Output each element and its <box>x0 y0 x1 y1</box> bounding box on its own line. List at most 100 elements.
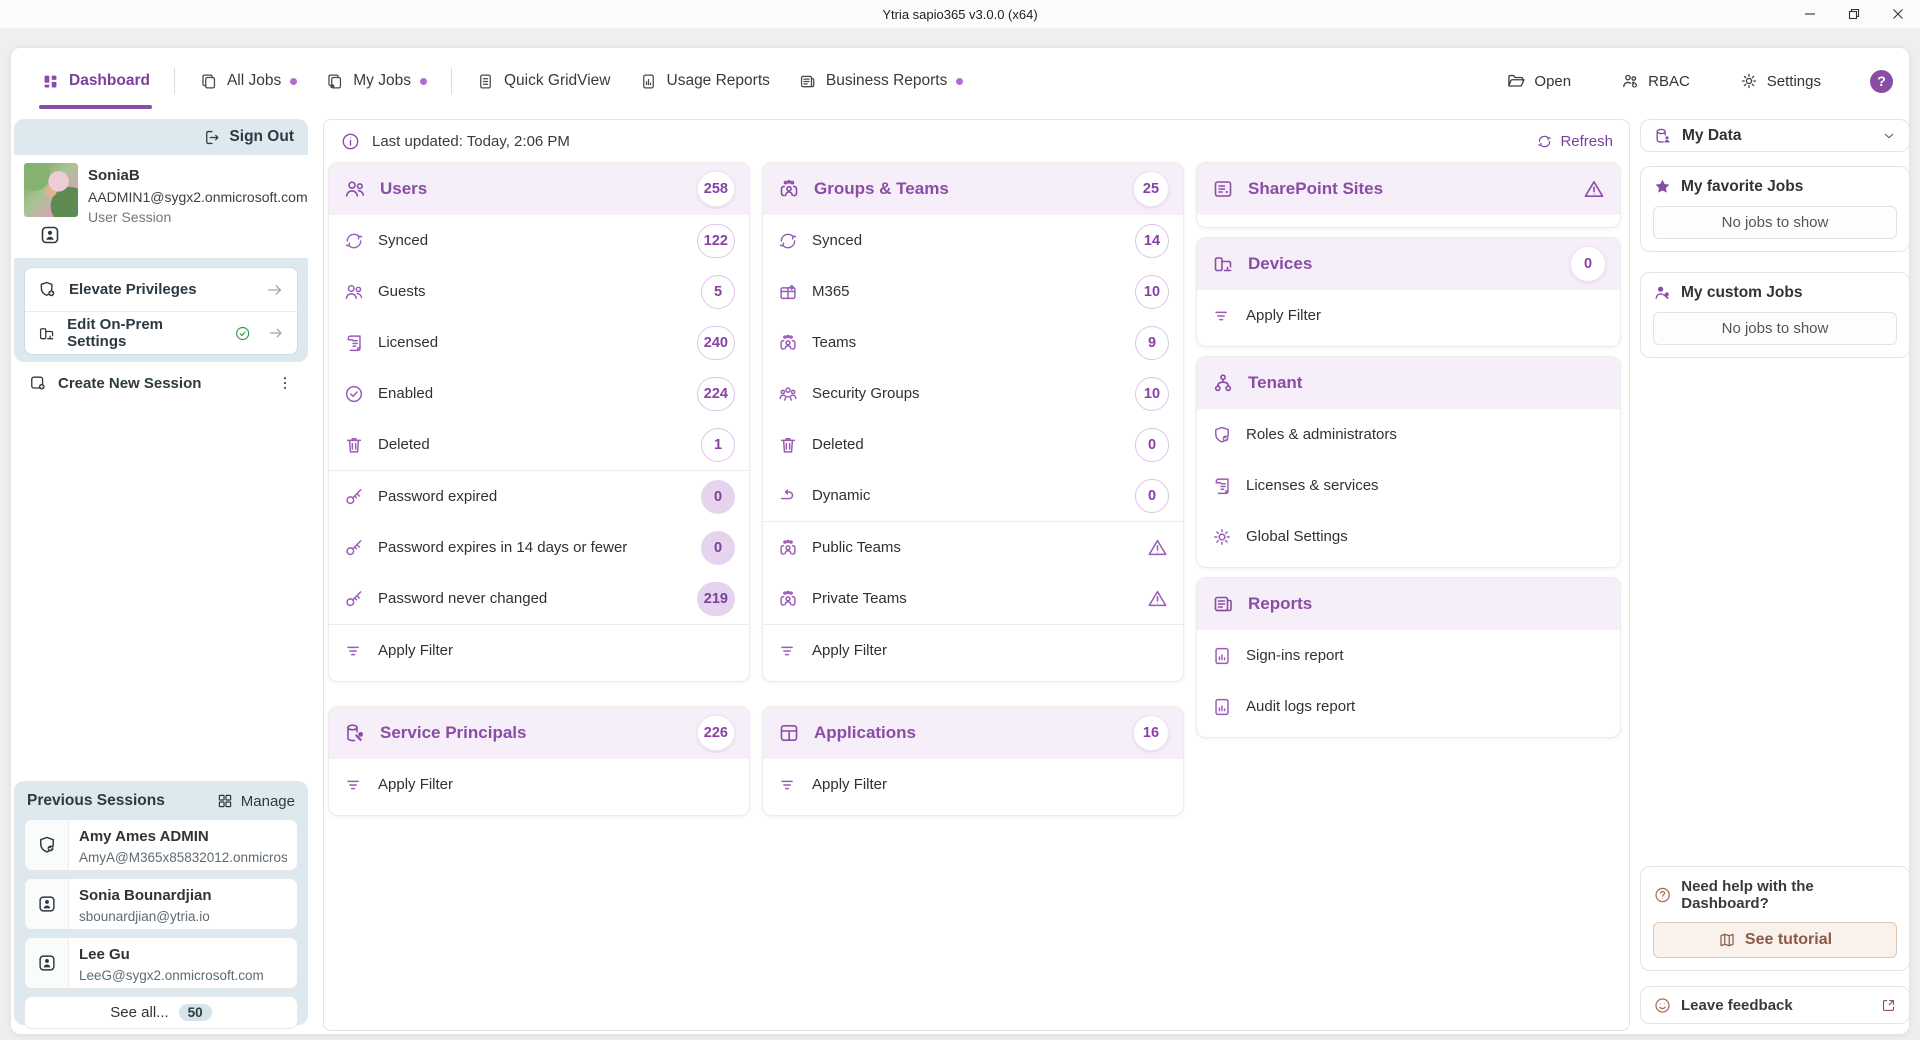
card-service-principals: Service Principals226Apply Filter <box>328 706 750 816</box>
card-header-groups-teams[interactable]: Groups & Teams25 <box>763 163 1183 215</box>
session-item-sonia-bounardjian[interactable]: Sonia Bounardjiansbounardjian@ytria.io <box>24 878 298 930</box>
open-window-icon[interactable] <box>1880 997 1897 1014</box>
row-label: Synced <box>812 232 862 249</box>
count-badge: 258 <box>697 171 735 207</box>
row-apply-filter[interactable]: Apply Filter <box>329 759 749 810</box>
row-apply-filter[interactable]: Apply Filter <box>329 625 749 676</box>
device-icon <box>1211 252 1235 276</box>
map-icon <box>1718 931 1736 949</box>
person-badge-icon <box>38 223 62 247</box>
help-card: Need help with the Dashboard? See tutori… <box>1640 866 1910 971</box>
folder-open-icon <box>1506 71 1526 91</box>
filter-icon <box>343 640 365 662</box>
create-new-session-button[interactable]: Create New Session <box>14 365 308 401</box>
warning-icon <box>1582 177 1606 201</box>
row-password-never-changed[interactable]: Password never changed219 <box>329 573 749 624</box>
row-licenses-services[interactable]: Licenses & services <box>1197 460 1620 511</box>
jobs-icon <box>199 72 218 91</box>
row-audit-logs-report[interactable]: Audit logs report <box>1197 681 1620 732</box>
leave-feedback-button[interactable]: Leave feedback <box>1640 986 1910 1024</box>
row-apply-filter[interactable]: Apply Filter <box>763 625 1183 676</box>
row-private-teams[interactable]: Private Teams <box>763 573 1183 624</box>
row-dynamic[interactable]: Dynamic0 <box>763 470 1183 521</box>
row-label: Roles & administrators <box>1246 426 1397 443</box>
card-header-sharepoint-sites[interactable]: SharePoint Sites <box>1197 163 1620 215</box>
tab-all-jobs[interactable]: All Jobs <box>185 48 311 114</box>
license-icon <box>1211 475 1233 497</box>
row-sign-ins-report[interactable]: Sign-ins report <box>1197 630 1620 681</box>
card-title: Service Principals <box>380 723 526 743</box>
row-teams[interactable]: Teams9 <box>763 317 1183 368</box>
row-label: Sign-ins report <box>1246 647 1344 664</box>
card-header-tenant[interactable]: Tenant <box>1197 357 1620 409</box>
edit-on-prem-settings-button[interactable]: Edit On-Prem Settings <box>25 311 297 354</box>
menu-label: Open <box>1534 73 1571 90</box>
tab-separator <box>451 68 452 94</box>
filter-icon <box>1211 305 1233 327</box>
row-password-expires-in-14-days-or-fewer[interactable]: Password expires in 14 days or fewer0 <box>329 522 749 573</box>
session-item-lee-gu[interactable]: Lee GuLeeG@sygx2.onmicrosoft.com <box>24 937 298 989</box>
gridview-icon <box>476 72 495 91</box>
row-synced[interactable]: Synced122 <box>329 215 749 266</box>
dashboard-header: Last updated: Today, 2:06 PM Refresh <box>324 120 1629 162</box>
custom-jobs-card: My custom Jobs No jobs to show <box>1640 272 1910 358</box>
see-all-sessions-button[interactable]: See all... 50 <box>24 996 298 1029</box>
row-security-groups[interactable]: Security Groups10 <box>763 368 1183 419</box>
elevate-privileges-button[interactable]: Elevate Privileges <box>25 268 297 311</box>
row-count-badge: 224 <box>697 377 735 411</box>
row-apply-filter[interactable]: Apply Filter <box>1197 290 1620 341</box>
row-guests[interactable]: Guests5 <box>329 266 749 317</box>
tab-dashboard[interactable]: Dashboard <box>27 48 164 114</box>
rbac-menu-button[interactable]: RBAC <box>1620 71 1711 91</box>
row-global-settings[interactable]: Global Settings <box>1197 511 1620 562</box>
dashboard-columns: Users258Synced122Guests5Licensed240Enabl… <box>328 162 1625 1026</box>
star-icon <box>1653 177 1672 196</box>
row-roles-administrators[interactable]: Roles & administrators <box>1197 409 1620 460</box>
row-label: Audit logs report <box>1246 698 1355 715</box>
row-synced[interactable]: Synced14 <box>763 215 1183 266</box>
sign-out-button[interactable]: Sign Out <box>14 119 308 155</box>
user-name: SoniaB <box>88 165 300 187</box>
help-button[interactable]: ? <box>1870 70 1893 93</box>
app-window: Dashboard All JobsMy Jobs Quick GridView Us… <box>10 47 1910 1035</box>
warning-icon <box>1146 587 1169 610</box>
card-header-devices[interactable]: Devices0 <box>1197 238 1620 290</box>
row-licensed[interactable]: Licensed240 <box>329 317 749 368</box>
row-deleted[interactable]: Deleted1 <box>329 419 749 470</box>
row-enabled[interactable]: Enabled224 <box>329 368 749 419</box>
key-icon <box>343 486 365 508</box>
session-item-amy-ames-admin[interactable]: Amy Ames ADMINAmyA@M365x85832012.onmicro… <box>24 819 298 871</box>
row-deleted[interactable]: Deleted0 <box>763 419 1183 470</box>
row-public-teams[interactable]: Public Teams <box>763 522 1183 573</box>
row-label: Licensed <box>378 334 438 351</box>
chevron-down-icon[interactable] <box>1881 128 1897 144</box>
card-header-applications[interactable]: Applications16 <box>763 707 1183 759</box>
sessions-count-badge: 50 <box>179 1004 212 1021</box>
card-header-service-principals[interactable]: Service Principals226 <box>329 707 749 759</box>
close-button[interactable] <box>1876 0 1920 28</box>
row-m365[interactable]: M36510 <box>763 266 1183 317</box>
refresh-button[interactable]: Refresh <box>1536 133 1613 150</box>
minimize-button[interactable] <box>1788 0 1832 28</box>
doc-chart-icon <box>1211 645 1233 667</box>
kebab-menu-icon[interactable] <box>276 374 294 392</box>
row-label: Deleted <box>378 436 430 453</box>
restore-button[interactable] <box>1832 0 1876 28</box>
card-header-reports[interactable]: Reports <box>1197 578 1620 630</box>
custom-jobs-icon <box>1653 283 1672 302</box>
see-tutorial-button[interactable]: See tutorial <box>1653 922 1897 958</box>
tab-my-jobs[interactable]: My Jobs <box>311 48 441 114</box>
previous-sessions-panel: Previous Sessions Manage Amy Ames ADMINA… <box>14 781 308 1025</box>
row-password-expired[interactable]: Password expired0 <box>329 471 749 522</box>
tab-label: Quick GridView <box>504 72 611 90</box>
tab-business-reports[interactable]: Business Reports <box>784 48 977 114</box>
settings-menu-button[interactable]: Settings <box>1739 71 1842 91</box>
row-label: Global Settings <box>1246 528 1348 545</box>
open-menu-button[interactable]: Open <box>1506 71 1592 91</box>
card-header-users[interactable]: Users258 <box>329 163 749 215</box>
tab-quick-gridview[interactable]: Quick GridView <box>462 48 625 114</box>
my-data-header[interactable]: My Data <box>1640 119 1910 152</box>
tab-usage-reports[interactable]: Usage Reports <box>625 48 784 114</box>
manage-sessions-button[interactable]: Manage <box>216 792 295 810</box>
row-apply-filter[interactable]: Apply Filter <box>763 759 1183 810</box>
